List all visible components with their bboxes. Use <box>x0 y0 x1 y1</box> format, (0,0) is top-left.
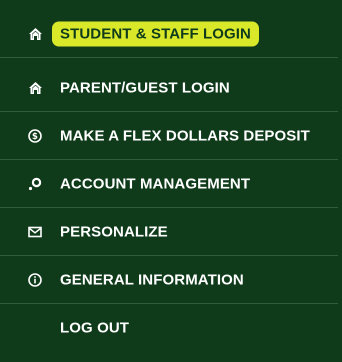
menu-item-flex-dollars-deposit[interactable]: $ MAKE A FLEX DOLLARS DEPOSIT <box>0 112 338 160</box>
menu-item-label: GENERAL INFORMATION <box>60 271 244 288</box>
menu-item-general-information[interactable]: GENERAL INFORMATION <box>0 256 338 304</box>
menu-item-label: PARENT/GUEST LOGIN <box>60 79 230 96</box>
menu-item-parent-guest-login[interactable]: PARENT/GUEST LOGIN <box>0 64 338 112</box>
menu-item-label: PERSONALIZE <box>60 223 168 240</box>
envelope-icon <box>27 224 43 240</box>
home-icon <box>27 26 43 42</box>
gear-key-icon <box>27 176 43 192</box>
home-icon <box>27 80 43 96</box>
menu-item-label: MAKE A FLEX DOLLARS DEPOSIT <box>60 127 310 144</box>
menu-item-personalize[interactable]: PERSONALIZE <box>0 208 338 256</box>
menu-item-label: LOG OUT <box>60 319 130 337</box>
menu-item-label: ACCOUNT MANAGEMENT <box>60 175 251 192</box>
menu-item-student-staff-login[interactable]: STUDENT & STAFF LOGIN <box>0 10 338 58</box>
menu-item-log-out[interactable]: LOG OUT <box>0 304 338 352</box>
svg-text:$: $ <box>32 132 38 142</box>
dollar-coin-icon: $ <box>27 128 43 144</box>
info-icon <box>27 272 43 288</box>
menu-item-label: STUDENT & STAFF LOGIN <box>52 21 259 46</box>
side-menu: STUDENT & STAFF LOGIN PARENT/GUEST LOGIN… <box>0 0 342 362</box>
menu-item-account-management[interactable]: ACCOUNT MANAGEMENT <box>0 160 338 208</box>
